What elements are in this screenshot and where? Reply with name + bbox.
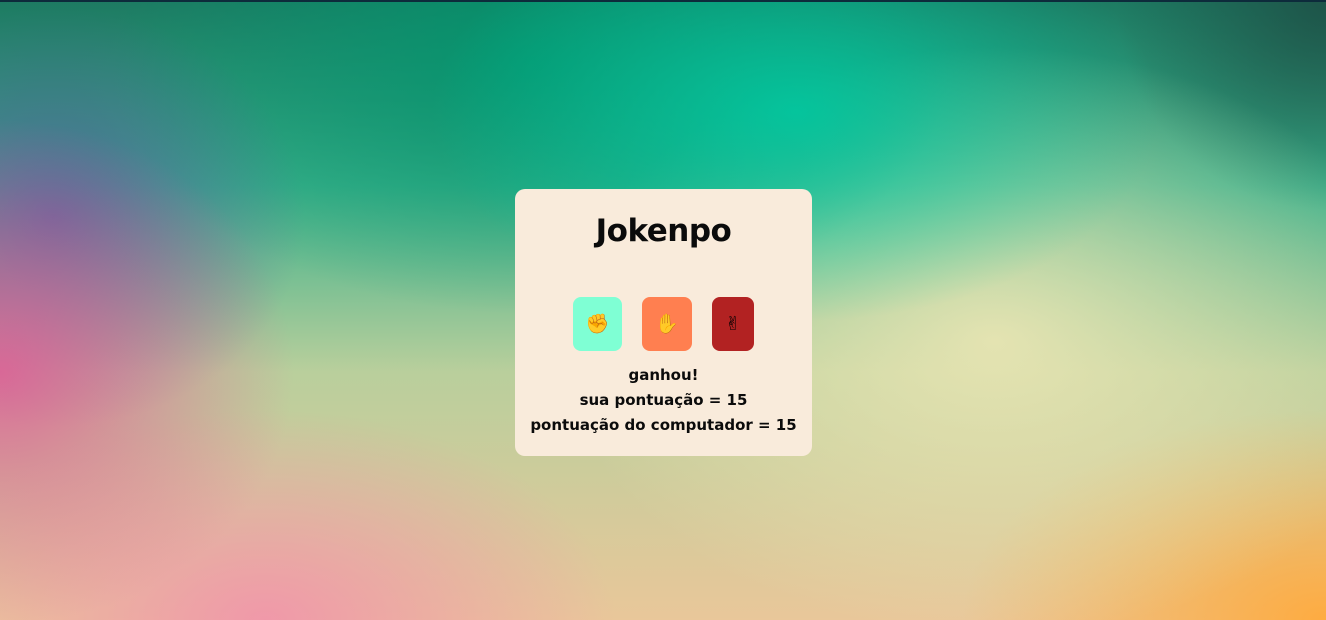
victory-hand-icon: ✌ [725, 312, 741, 335]
result-outcome: ganhou! [628, 366, 699, 384]
raised-hand-icon: ✋ [655, 312, 679, 335]
computer-score: pontuação do computador = 15 [530, 416, 797, 434]
fist-icon: ✊ [585, 312, 610, 335]
choice-buttons-row: ✊ ✋ ✌ [515, 297, 812, 351]
scissors-button[interactable]: ✌ [712, 297, 754, 351]
result-panel: ganhou! sua pontuação = 15 pontuação do … [515, 363, 812, 438]
game-title: Jokenpo [595, 213, 732, 249]
paper-button[interactable]: ✋ [642, 297, 692, 351]
rock-button[interactable]: ✊ [573, 297, 622, 351]
player-score: sua pontuação = 15 [579, 391, 748, 409]
game-card: Jokenpo ✊ ✋ ✌ ganhou! sua pontuação = 15… [515, 189, 812, 456]
page-background: { "game": { "title": "Jokenpo", "choices… [0, 0, 1326, 620]
